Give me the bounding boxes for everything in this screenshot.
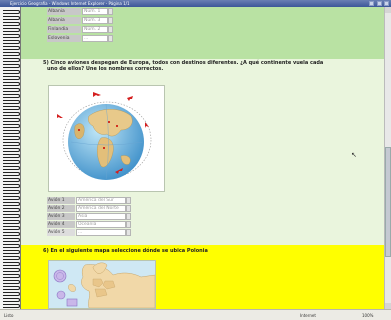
notebook-rings	[0, 7, 21, 309]
notebook-ring	[3, 298, 20, 302]
plane-label: Avión 4	[47, 221, 75, 228]
status-text: Listo	[4, 313, 14, 318]
notebook-ring	[3, 286, 20, 290]
continent-select[interactable]: Oceanía	[76, 221, 126, 228]
continent-select[interactable]: América del Sur	[76, 197, 126, 204]
notebook-ring	[3, 238, 20, 242]
notebook-ring	[3, 118, 20, 122]
notebook-ring	[3, 82, 20, 86]
europe-map[interactable]	[48, 260, 156, 309]
notebook-ring	[3, 214, 20, 218]
chevron-down-icon[interactable]	[126, 197, 131, 204]
continent-select[interactable]: Asia	[76, 213, 126, 220]
notebook-ring	[3, 166, 20, 170]
vertical-scrollbar[interactable]	[384, 7, 391, 309]
notebook-ring	[3, 112, 20, 116]
notebook-ring	[3, 172, 20, 176]
plane-label: Avión 3	[47, 213, 75, 220]
notebook-ring	[3, 256, 20, 260]
europe-map-image	[49, 261, 155, 308]
answer-row-label: Albania	[47, 8, 81, 15]
notebook-ring	[3, 58, 20, 62]
scrollbar-thumb[interactable]	[385, 147, 391, 257]
chevron-down-icon[interactable]	[108, 26, 113, 33]
window-title: Ejercicio Geografía - Windows Internet E…	[10, 1, 130, 6]
notebook-ring	[3, 76, 20, 80]
status-bar: Listo Internet 100%	[0, 309, 391, 320]
security-zone: Internet	[300, 313, 316, 318]
notebook-ring	[3, 208, 20, 212]
answer-row-label: Eslovenia	[47, 35, 81, 42]
notebook-ring	[3, 40, 20, 44]
notebook-ring	[3, 190, 20, 194]
chevron-down-icon[interactable]	[108, 8, 113, 15]
chevron-down-icon[interactable]	[126, 221, 131, 228]
zoom-level[interactable]: 100%	[362, 313, 373, 318]
notebook-ring	[3, 262, 20, 266]
minimize-button[interactable]	[369, 1, 375, 6]
notebook-ring	[3, 202, 20, 206]
answer-select[interactable]: ...	[82, 35, 108, 42]
notebook-ring	[3, 88, 20, 92]
notebook-ring	[3, 106, 20, 110]
notebook-ring	[3, 10, 20, 14]
plane-label: Avión 2	[47, 205, 75, 212]
notebook-ring	[3, 280, 20, 284]
continent-select[interactable]: América del Norte	[76, 205, 126, 212]
notebook-ring	[3, 124, 20, 128]
notebook-ring	[3, 244, 20, 248]
previous-answers-section: Albania Núm. 1 Albania Núm. 3 Finlandia …	[21, 7, 384, 59]
mouse-cursor-icon: ↖	[351, 151, 357, 159]
plane-label: Avión 1	[47, 197, 75, 204]
chevron-down-icon[interactable]	[126, 229, 131, 236]
notebook-ring	[3, 34, 20, 38]
notebook-ring	[3, 22, 20, 26]
plane-label: Avión 5	[47, 229, 75, 236]
question-6-text: 6) En el siguiente mapa seleccione dónde…	[43, 248, 208, 254]
chevron-down-icon[interactable]	[126, 205, 131, 212]
chevron-down-icon[interactable]	[126, 213, 131, 220]
notebook-ring	[3, 220, 20, 224]
notebook-ring	[3, 64, 20, 68]
maximize-button[interactable]	[376, 1, 382, 6]
notebook-ring	[3, 136, 20, 140]
notebook-ring	[3, 268, 20, 272]
notebook-ring	[3, 130, 20, 134]
close-button[interactable]	[384, 1, 389, 6]
notebook-ring	[3, 46, 20, 50]
answer-row-label: Albania	[47, 17, 81, 24]
notebook-ring	[3, 94, 20, 98]
answer-select[interactable]: Núm. 3	[82, 17, 108, 24]
notebook-ring	[3, 226, 20, 230]
notebook-ring	[3, 28, 20, 32]
globe-with-planes-image	[57, 92, 152, 181]
answer-select[interactable]: Núm. 2	[82, 26, 108, 33]
notebook-ring	[3, 292, 20, 296]
title-bar: Ejercicio Geografía - Windows Internet E…	[0, 0, 391, 7]
notebook-ring	[3, 274, 20, 278]
notebook-ring	[3, 184, 20, 188]
notebook-ring	[3, 148, 20, 152]
answer-row-label: Finlandia	[47, 26, 81, 33]
notebook-ring	[3, 178, 20, 182]
notebook-ring	[3, 160, 20, 164]
chevron-down-icon[interactable]	[108, 17, 113, 24]
globe-illustration	[48, 85, 165, 192]
notebook-ring	[3, 100, 20, 104]
chevron-down-icon[interactable]	[108, 35, 113, 42]
notebook-ring	[3, 142, 20, 146]
scroll-up-icon[interactable]	[385, 7, 391, 13]
question-5-text-line2: uno de ellos? Une los nombres correctos.	[47, 66, 164, 72]
notebook-ring	[3, 196, 20, 200]
notebook-ring	[3, 70, 20, 74]
notebook-ring	[3, 250, 20, 254]
notebook-ring	[3, 16, 20, 20]
answer-select[interactable]: Núm. 1	[82, 8, 108, 15]
notebook-ring	[3, 52, 20, 56]
continent-select[interactable]: ...	[76, 229, 126, 236]
notebook-ring	[3, 304, 20, 308]
notebook-ring	[3, 154, 20, 158]
notebook-ring	[3, 232, 20, 236]
exercise-page: Albania Núm. 1 Albania Núm. 3 Finlandia …	[21, 7, 384, 309]
